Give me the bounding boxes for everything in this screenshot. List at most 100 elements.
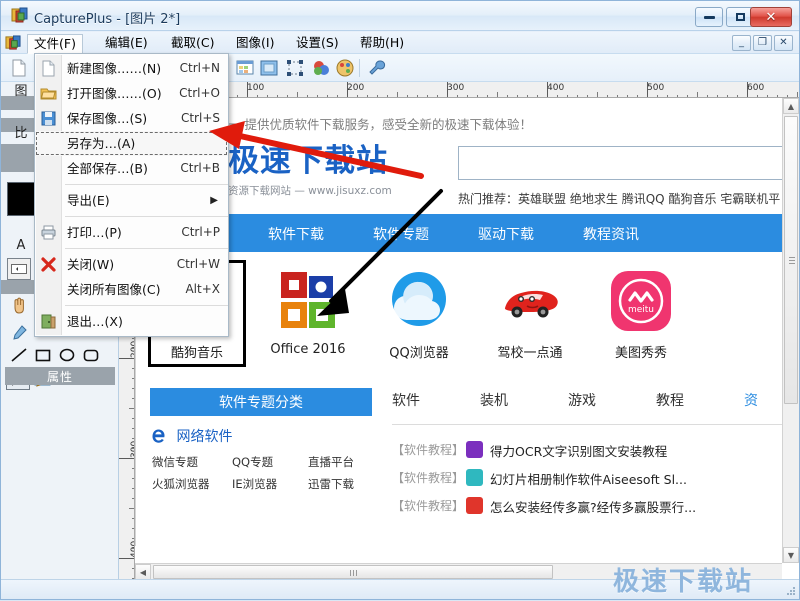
hot-item-2[interactable]: 腾讯QQ: [622, 192, 665, 206]
canvas-horizontal-scrollbar[interactable]: ◀: [135, 563, 782, 580]
capture-object-icon[interactable]: [285, 58, 305, 78]
horizontal-scroll-thumb[interactable]: [153, 565, 553, 579]
menu-item-label: 新建图像……(N): [67, 61, 161, 76]
menu-help[interactable]: 帮助(H): [353, 34, 411, 52]
text-tool[interactable]: A: [9, 234, 33, 256]
menu-separator: [65, 248, 228, 249]
canvas-viewport[interactable]: 一 提供优质软件下载服务，感受全新的极速下载体验！ 极速下载站 资源下载网站 —…: [135, 98, 782, 546]
hand-pan-icon[interactable]: [7, 294, 31, 316]
hot-item-3[interactable]: 酷狗音乐: [668, 192, 716, 206]
nav-software-download[interactable]: 软件下载: [268, 224, 324, 244]
tab-tutorial[interactable]: 教程: [656, 390, 684, 410]
canvas-vertical-scrollbar[interactable]: ▲ ▼: [782, 98, 799, 563]
tab-news-cut[interactable]: 资: [744, 390, 758, 410]
resize-grip-icon[interactable]: [784, 584, 796, 596]
menu-item-print[interactable]: 打印…(P) Ctrl+P: [35, 220, 228, 245]
topics-header: 软件专题分类: [150, 388, 372, 416]
vertical-scroll-thumb[interactable]: [784, 116, 798, 404]
callout-tool[interactable]: [7, 258, 31, 280]
menu-item-exit[interactable]: 退出…(X): [35, 309, 228, 334]
mdi-minimize-button[interactable]: _: [732, 35, 751, 51]
minimize-icon: [696, 8, 722, 26]
tab-game[interactable]: 游戏: [568, 390, 596, 410]
nav-software-topics[interactable]: 软件专题: [373, 224, 429, 244]
topic-category-network[interactable]: 网络软件: [150, 426, 232, 446]
rounded-rect-tool[interactable]: [79, 344, 103, 366]
menu-item-accelerator: Ctrl+B: [180, 156, 220, 181]
site-logo[interactable]: 极速下载站 资源下载网站 — www.jisuxz.com: [228, 146, 392, 198]
topic-link-2[interactable]: 直播平台: [308, 454, 354, 470]
fullscreen-icon[interactable]: [259, 58, 279, 78]
close-button[interactable]: ✕: [750, 7, 792, 27]
rectangle-tool[interactable]: [31, 344, 55, 366]
properties-panel-header: 属性: [5, 367, 115, 385]
hot-item-4[interactable]: 宅霸联机平: [720, 192, 780, 206]
topic-link-1[interactable]: QQ专题: [232, 454, 273, 470]
palette-icon[interactable]: [335, 58, 355, 78]
menu-settings[interactable]: 设置(S): [289, 34, 346, 52]
menu-item-open-image[interactable]: 打开图像……(O) Ctrl+O: [35, 81, 228, 106]
eyedropper-icon[interactable]: [7, 322, 31, 344]
menu-item-label: 导出(E): [67, 193, 110, 208]
list-item[interactable]: 【软件教程】 幻灯片相册制作软件Aiseesoft Sl...: [392, 466, 782, 491]
scroll-up-arrow-icon[interactable]: ▲: [783, 98, 799, 114]
ellipse-tool[interactable]: [55, 344, 79, 366]
scroll-left-arrow-icon[interactable]: ◀: [135, 564, 151, 580]
app-item-qqbrowser[interactable]: QQ浏览器: [369, 260, 469, 361]
app-item-drivingschool[interactable]: 驾校一点通: [480, 260, 580, 361]
settings-wrench-icon[interactable]: [367, 58, 387, 78]
app-label-qqbrowser: QQ浏览器: [369, 342, 469, 361]
site-navbar: 软件下载 软件专题 驱动下载 教程资讯: [136, 214, 782, 252]
title-bar: CapturePlus - [图片 2*] ✕: [1, 1, 799, 31]
mdi-document-icon[interactable]: [5, 35, 21, 51]
line-tool[interactable]: [7, 344, 31, 366]
topic-link-4[interactable]: IE浏览器: [232, 476, 277, 492]
nav-tutorial-news[interactable]: 教程资讯: [583, 224, 639, 244]
image-tool-label[interactable]: 图: [9, 78, 33, 100]
menu-item-accelerator: Ctrl+S: [181, 106, 220, 131]
site-search-input[interactable]: [458, 146, 782, 180]
app-item-office[interactable]: Office 2016: [258, 260, 358, 357]
new-icon[interactable]: [9, 58, 29, 78]
menu-item-export[interactable]: 导出(E) ▶: [35, 188, 228, 213]
menu-item-save-all[interactable]: 全部保存…(B) Ctrl+B: [35, 156, 228, 181]
chevron-right-icon: ▶: [210, 188, 218, 213]
menu-file[interactable]: 文件(F): [27, 34, 83, 54]
mdi-close-button[interactable]: ✕: [774, 35, 793, 51]
list-item[interactable]: 【软件教程】 怎么安装经传多赢?经传多赢股票行...: [392, 494, 782, 519]
menu-item-close-all[interactable]: 关闭所有图像(C) Alt+X: [35, 277, 228, 302]
nav-driver-download[interactable]: 驱动下载: [478, 224, 534, 244]
topic-link-0[interactable]: 微信专题: [152, 454, 198, 470]
list-item[interactable]: 【软件教程】 得力OCR文字识别图文安装教程: [392, 438, 782, 463]
menu-item-new-image[interactable]: 新建图像……(N) Ctrl+N: [35, 56, 228, 81]
tab-software[interactable]: 软件: [392, 390, 420, 410]
menu-item-accelerator: Ctrl+O: [179, 81, 220, 106]
file-menu-dropdown[interactable]: 新建图像……(N) Ctrl+N 打开图像……(O) Ctrl+O 保存图像…(…: [34, 53, 229, 337]
scroll-down-arrow-icon[interactable]: ▼: [783, 547, 799, 563]
list-item-title: 得力OCR文字识别图文安装教程: [490, 441, 667, 460]
qq-browser-icon: [386, 268, 452, 334]
app-label-drivingschool: 驾校一点通: [480, 342, 580, 361]
menu-item-close[interactable]: 关闭(W) Ctrl+W: [35, 252, 228, 277]
topic-link-5[interactable]: 迅雷下载: [308, 476, 354, 492]
mdi-restore-button[interactable]: ❐: [753, 35, 772, 51]
menu-item-save-image[interactable]: 保存图像…(S) Ctrl+S: [35, 106, 228, 131]
app-item-meitu[interactable]: meitu 美图秀秀: [591, 260, 691, 361]
hruler-label-100: 100: [247, 83, 264, 93]
menu-image[interactable]: 图像(I): [229, 34, 281, 52]
menu-item-save-as[interactable]: 另存为…(A): [35, 131, 228, 156]
svg-text:meitu: meitu: [628, 305, 654, 315]
color-picker-icon[interactable]: [311, 58, 331, 78]
grid-icon[interactable]: [235, 58, 255, 78]
menu-separator: [65, 305, 228, 306]
menu-capture[interactable]: 截取(C): [164, 34, 221, 52]
minimize-button[interactable]: [695, 7, 723, 27]
ratio-tool-label[interactable]: 比: [9, 120, 33, 142]
topic-link-3[interactable]: 火狐浏览器: [152, 476, 210, 492]
menu-item-label: 关闭所有图像(C): [67, 282, 160, 297]
tab-install[interactable]: 装机: [480, 390, 508, 410]
menu-edit[interactable]: 编辑(E): [98, 34, 155, 52]
hot-item-0[interactable]: 英雄联盟: [518, 192, 566, 206]
menu-item-accelerator: Alt+X: [185, 277, 220, 302]
hot-item-1[interactable]: 绝地求生: [570, 192, 618, 206]
